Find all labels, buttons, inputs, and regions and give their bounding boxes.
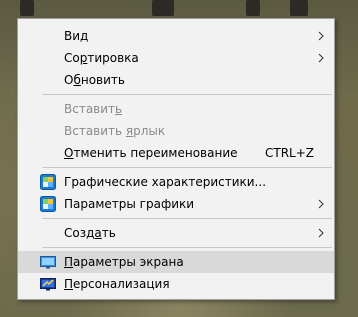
menu-item-label: Параметры экрана [64,255,184,269]
menu-item-label: Вид [64,29,89,43]
menu-item-label: Сортировка [64,51,139,65]
menu-item-view[interactable]: Вид [18,25,334,47]
menu-item-label: Создать [64,226,116,240]
menu-item-label: Графические характеристики... [64,175,267,189]
display-settings-icon [40,256,56,269]
menu-item-graphics-properties[interactable]: Графические характеристики... [18,171,334,193]
menu-item-label: Отменить переименование [64,146,238,160]
menu-item-new[interactable]: Создать [18,222,334,244]
chevron-right-icon [318,31,324,41]
shortcut-label: CTRL+Z [264,146,314,160]
menu-item-refresh[interactable]: Обновить [18,69,334,91]
intel-graphics-icon [40,196,56,212]
menu-item-paste: Вставить [18,98,334,120]
menu-item-label: Вставить [64,102,123,116]
menu-separator [42,247,332,248]
menu-item-display-settings[interactable]: Параметры экрана [18,251,334,273]
menu-item-graphics-options[interactable]: Параметры графики [18,193,334,215]
menu-separator [42,218,332,219]
menu-separator [42,167,332,168]
menu-item-undo-rename[interactable]: Отменить переименование CTRL+Z [18,142,334,164]
chevron-right-icon [318,199,324,209]
desktop-context-menu: Вид Сортировка Обновить Вставить Вставит… [17,18,335,300]
personalization-icon [40,278,56,291]
menu-item-label: Персонализация [64,277,170,291]
menu-item-sort[interactable]: Сортировка [18,47,334,69]
menu-item-paste-shortcut: Вставить ярлык [18,120,334,142]
menu-separator [42,94,332,95]
menu-item-label: Обновить [64,73,125,87]
menu-item-label: Параметры графики [64,197,195,211]
chevron-right-icon [318,53,324,63]
menu-item-personalization[interactable]: Персонализация [18,273,334,295]
menu-item-label: Вставить ярлык [64,124,166,138]
chevron-right-icon [318,228,324,238]
intel-graphics-icon [40,174,56,190]
